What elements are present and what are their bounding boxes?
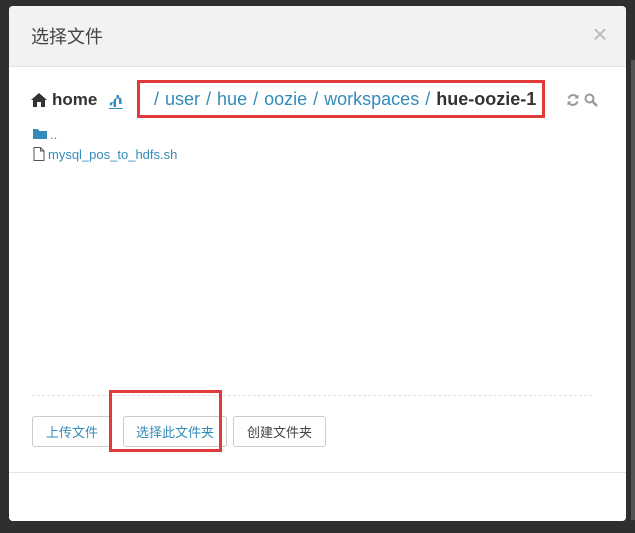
dialog-footer: [9, 472, 626, 521]
path-separator: /: [425, 88, 431, 109]
path-separator: /: [206, 88, 212, 109]
create-folder-button[interactable]: 创建文件夹: [233, 416, 326, 447]
edit-path-icon[interactable]: ⶃ: [109, 89, 123, 113]
path-separator: /: [253, 88, 259, 109]
breadcrumb-tools: [566, 93, 598, 107]
file-icon: [33, 147, 45, 161]
refresh-icon[interactable]: [566, 93, 580, 107]
upload-file-button[interactable]: 上传文件: [32, 416, 112, 447]
breadcrumb: home ⶃ / user / hue / oozie / workspaces…: [31, 80, 611, 118]
home-label: home: [52, 90, 98, 109]
path-segment-hue[interactable]: hue: [217, 89, 247, 110]
close-button[interactable]: ×: [590, 21, 610, 47]
path-segment-workspaces[interactable]: workspaces: [324, 89, 419, 110]
path-segment-oozie[interactable]: oozie: [264, 89, 307, 110]
home-icon: [31, 93, 47, 107]
path-breadcrumb: / user / hue / oozie / workspaces / hue-…: [137, 80, 545, 118]
home-link[interactable]: home: [31, 90, 97, 110]
dialog-title: 选择文件: [31, 27, 103, 48]
path-separator: /: [313, 88, 319, 109]
path-segment-current: hue-oozie-1: [436, 88, 537, 109]
select-this-folder-button[interactable]: 选择此文件夹: [123, 416, 227, 447]
path-separator: /: [154, 88, 160, 109]
list-item[interactable]: mysql_pos_to_hdfs.sh: [33, 144, 177, 164]
file-name: mysql_pos_to_hdfs.sh: [48, 146, 178, 162]
list-item[interactable]: ..: [33, 124, 177, 144]
dialog-header: 选择文件 ×: [9, 6, 626, 67]
file-name: ..: [50, 126, 58, 142]
path-segment-user[interactable]: user: [165, 89, 200, 110]
background-scrollbar: [631, 60, 635, 520]
search-icon[interactable]: [584, 93, 598, 107]
folder-icon: [33, 129, 47, 139]
file-list: .. mysql_pos_to_hdfs.sh: [33, 124, 177, 164]
divider: [32, 395, 592, 396]
file-chooser-dialog: 选择文件 × home ⶃ / user / hue / oozie / wor…: [9, 6, 626, 521]
